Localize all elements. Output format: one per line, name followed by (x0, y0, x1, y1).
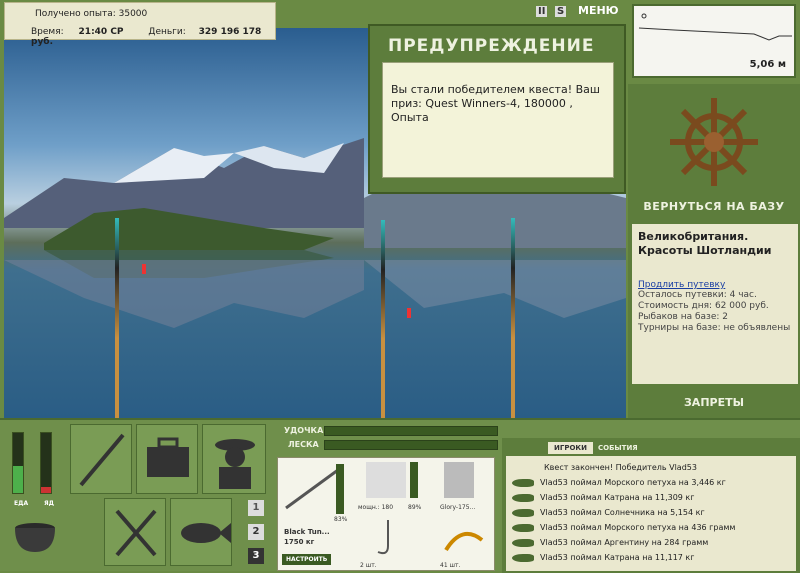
hook-count: 2 шт. (360, 562, 377, 569)
rod-weight: 1750 кг (284, 538, 315, 546)
event-text: Vlad53 поймал Катрана на 11,309 кг (540, 493, 695, 502)
warning-dialog: ПРЕДУПРЕЖДЕНИЕ Вы стали победителем квес… (368, 24, 626, 194)
depth-value: 5,06 м (749, 59, 786, 70)
player-status-panel: Получено опыта: 35000 Время: 21:40 СР Де… (4, 2, 276, 47)
reel-percent: 89% (408, 504, 422, 511)
poison-meter (40, 432, 52, 494)
tackle-box-slot[interactable] (136, 424, 198, 494)
reel-power: мощн.: 180 (358, 504, 394, 511)
cauldron-icon[interactable] (10, 516, 60, 556)
slot-3-button[interactable]: 3 (248, 548, 264, 564)
pause-button[interactable]: II (536, 6, 548, 17)
rod-condition-bar (336, 464, 344, 514)
rod-tension-bar (324, 426, 498, 436)
food-level-fill (13, 466, 23, 493)
event-item: Vlad53 поймал Морского петуха на 3,446 к… (512, 475, 790, 490)
event-item: Vlad53 поймал Морского петуха на 436 гра… (512, 520, 790, 535)
rod-name: Black Tun... (284, 528, 330, 536)
reel-slot[interactable] (366, 462, 406, 498)
line-name: Glory-175... (440, 504, 476, 511)
event-text: Vlad53 поймал Аргентину на 284 грамм (540, 538, 709, 547)
fish-icon (512, 524, 534, 532)
poison-label: ЯД (44, 500, 54, 507)
bait-count: 41 шт. (440, 562, 461, 569)
base-info-line: Осталось путевки: 4 час. (638, 290, 757, 300)
fish-icon (512, 509, 534, 517)
equipment-panel: 83% Black Tun... 1750 кг НАСТРОИТЬ мощн.… (277, 457, 495, 571)
fish-slot[interactable] (170, 498, 232, 566)
warning-title: ПРЕДУПРЕЖДЕНИЕ (388, 36, 595, 56)
bans-button[interactable]: ЗАПРЕТЫ (628, 396, 800, 409)
fish-icon (512, 554, 534, 562)
time-label: Время: (31, 27, 64, 37)
base-info-box: Великобритания. Красоты Шотландии Продли… (632, 224, 798, 384)
extend-trip-link[interactable]: Продлить путевку (638, 280, 725, 290)
event-text: Vlad53 поймал Морского петуха на 3,446 к… (540, 478, 726, 487)
rod-equipment-icon[interactable] (282, 464, 342, 514)
fish-icon (512, 539, 534, 547)
float-1 (142, 264, 146, 274)
base-panel: ВЕРНУТЬСЯ НА БАЗУ Великобритания. Красот… (628, 84, 800, 420)
fisherman-slot[interactable] (202, 424, 266, 494)
fishing-rod-3[interactable] (511, 218, 515, 418)
xp-value: 35000 (118, 9, 148, 19)
fish-icon (181, 523, 231, 543)
fishing-rod-2[interactable] (381, 220, 385, 418)
base-info-line: Рыбаков на базе: 2 (638, 312, 728, 322)
base-title: Великобритания. Красоты Шотландии (638, 230, 772, 257)
line-bar-label: ЛЕСКА (288, 440, 319, 449)
food-slot[interactable] (104, 498, 166, 566)
event-item: Vlad53 поймал Аргентину на 284 грамм (512, 535, 790, 550)
sound-button[interactable]: S (554, 6, 567, 17)
base-info-line: Турниры на базе: не объявлены (638, 323, 791, 333)
menu-button[interactable]: МЕНЮ (578, 4, 619, 17)
food-label: ЕДА (14, 500, 29, 507)
line-tension-bar (324, 440, 498, 450)
tackle-box-icon (147, 437, 189, 477)
reel-condition-bar (410, 462, 418, 498)
time-value: 21:40 СР (78, 27, 124, 37)
money-value: 329 196 178 руб. (31, 27, 262, 47)
food-meter (12, 432, 24, 494)
events-panel: ИГРОКИ СОБЫТИЯ Квест закончен! Победител… (502, 438, 800, 573)
event-text: Vlad53 поймал Солнечника на 5,154 кг (540, 508, 705, 517)
event-text: Квест закончен! Победитель Vlad53 (544, 463, 697, 472)
fish-icon (512, 494, 534, 502)
line-slot[interactable] (444, 462, 474, 498)
event-item: Квест закончен! Победитель Vlad53 (512, 460, 790, 475)
event-item: Vlad53 поймал Катрана на 11,309 кг (512, 490, 790, 505)
event-text: Vlad53 поймал Катрана на 11,117 кг (540, 553, 695, 562)
rod-tool-icon (79, 433, 125, 487)
warning-message: Вы стали победителем квеста! Ваш приз: Q… (382, 62, 614, 178)
events-list: Квест закончен! Победитель Vlad53 Vlad53… (506, 456, 796, 571)
setup-button[interactable]: НАСТРОИТЬ (282, 554, 332, 565)
rod-slot[interactable] (70, 424, 132, 494)
return-to-base-button[interactable]: ВЕРНУТЬСЯ НА БАЗУ (628, 200, 800, 213)
bait-icon[interactable] (442, 520, 486, 560)
event-item: Vlad53 поймал Солнечника на 5,154 кг (512, 505, 790, 520)
xp-label: Получено опыта: (35, 9, 116, 19)
hook-icon[interactable] (368, 516, 408, 560)
rod-percent: 83% (334, 516, 348, 523)
fisherman-icon (215, 439, 255, 489)
bottom-panel: ЕДА ЯД 1 2 3 УДОЧКА ЛЕСКА 83% Black Tun.… (0, 418, 800, 573)
depth-graph: 5,06 м (632, 4, 796, 78)
tab-events[interactable]: СОБЫТИЯ (592, 442, 644, 454)
rod-bar-label: УДОЧКА (284, 426, 324, 435)
event-text: Vlad53 поймал Морского петуха на 436 гра… (540, 523, 736, 532)
slot-1-button[interactable]: 1 (248, 500, 264, 516)
poison-level-fill (41, 487, 51, 493)
float-2 (407, 308, 411, 318)
base-info-line: Стоимость дня: 62 000 руб. (638, 301, 769, 311)
tab-players[interactable]: ИГРОКИ (548, 442, 593, 454)
fishing-rod-1[interactable] (115, 218, 119, 418)
money-label: Деньги: (148, 27, 186, 37)
event-item: Vlad53 поймал Катрана на 11,117 кг (512, 550, 790, 565)
ship-wheel-icon[interactable] (664, 92, 764, 192)
slot-2-button[interactable]: 2 (248, 524, 264, 540)
fish-icon (512, 479, 534, 487)
fork-knife-icon (115, 509, 157, 557)
